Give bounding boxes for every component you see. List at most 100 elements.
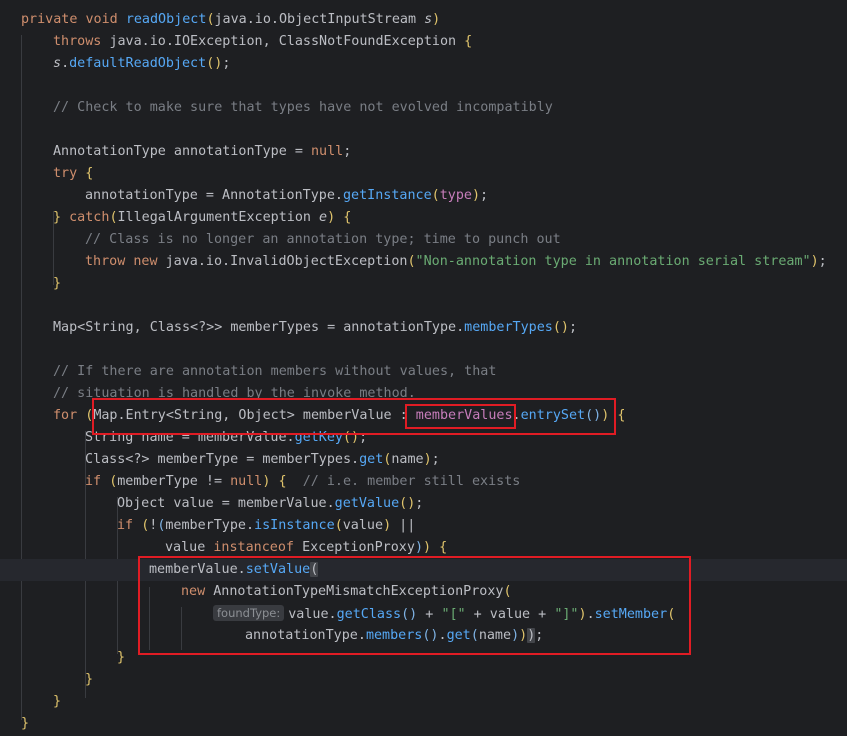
code-token: ;: [415, 496, 424, 511]
code-line[interactable]: Object value = memberValue.getValue();: [0, 493, 847, 515]
code-line-content: }: [53, 273, 61, 295]
code-line[interactable]: throws java.io.IOException, ClassNotFoun…: [0, 31, 847, 53]
code-line-content: try {: [53, 163, 93, 185]
code-token: Map<String, Class<?>> memberTypes = anno…: [53, 320, 465, 335]
code-token: e: [319, 210, 328, 225]
code-token: getInstance: [342, 188, 432, 203]
code-line[interactable]: }: [0, 691, 847, 713]
code-token: s: [424, 12, 433, 27]
code-token: (: [109, 210, 118, 225]
code-token: // If there are annotation members witho…: [53, 364, 497, 379]
code-token: }: [53, 276, 62, 291]
code-token: readObject: [125, 12, 207, 27]
code-token: }: [21, 716, 30, 731]
code-token: private void: [21, 12, 126, 27]
code-token: isInstance: [254, 518, 335, 533]
code-token: value: [165, 540, 214, 555]
code-line[interactable]: // If there are annotation members witho…: [0, 361, 847, 383]
code-editor[interactable]: private void readObject(java.io.ObjectIn…: [0, 0, 847, 736]
code-line[interactable]: }: [0, 669, 847, 691]
code-token: ;: [343, 144, 352, 159]
code-token: ): [383, 518, 392, 533]
code-line[interactable]: private void readObject(java.io.ObjectIn…: [0, 9, 847, 31]
code-line[interactable]: s.defaultReadObject();: [0, 53, 847, 75]
code-line-content: Class<?> memberType = memberTypes.get(na…: [85, 449, 440, 471]
code-token: IllegalArgumentException: [117, 210, 320, 225]
code-token: for: [53, 408, 86, 423]
code-line[interactable]: [0, 75, 847, 97]
code-line[interactable]: [0, 119, 847, 141]
code-line-content: if (memberType != null) { // i.e. member…: [85, 471, 520, 493]
code-token: (): [206, 56, 223, 71]
code-line[interactable]: annotationType = AnnotationType.getInsta…: [0, 185, 847, 207]
code-line-content: }: [117, 647, 125, 669]
code-line[interactable]: [0, 295, 847, 317]
code-line-content: annotationType = AnnotationType.getInsta…: [85, 185, 488, 207]
code-token: null: [230, 474, 263, 489]
code-token: name: [391, 452, 424, 467]
code-token: java.io.ObjectInputStream: [214, 12, 425, 27]
code-line-content: }: [53, 691, 61, 713]
code-line[interactable]: // Class is no longer an annotation type…: [0, 229, 847, 251]
code-token: (: [431, 188, 440, 203]
code-token: }: [53, 694, 62, 709]
code-token: value: [342, 518, 384, 533]
code-token: (: [334, 518, 343, 533]
code-token: memberType.: [165, 518, 255, 533]
code-token: throws: [53, 34, 110, 49]
code-line-content: throw new java.io.InvalidObjectException…: [85, 251, 827, 273]
code-token: }: [53, 210, 70, 225]
code-line-content: // Class is no longer an annotation type…: [85, 229, 561, 251]
code-line[interactable]: if (memberType != null) { // i.e. member…: [0, 471, 847, 493]
code-line[interactable]: AnnotationType annotationType = null;: [0, 141, 847, 163]
code-line-content: throws java.io.IOException, ClassNotFoun…: [53, 31, 472, 53]
code-token: // i.e. member still exists: [302, 474, 521, 489]
code-line[interactable]: try {: [0, 163, 847, 185]
code-line[interactable]: } catch(IllegalArgumentException e) {: [0, 207, 847, 229]
code-token: }: [85, 672, 94, 687]
code-token: // Class is no longer an annotation type…: [85, 232, 561, 247]
annotation-box-for-loop: [92, 398, 616, 435]
code-token: memberTypes: [464, 320, 553, 335]
code-line[interactable]: // Check to make sure that types have no…: [0, 97, 847, 119]
code-token: s: [53, 56, 62, 71]
code-token: ): [810, 254, 819, 269]
code-token: instanceof: [213, 540, 303, 555]
code-token: type: [439, 188, 472, 203]
code-line-content: // If there are annotation members witho…: [53, 361, 496, 383]
code-token: ): [471, 188, 481, 203]
code-token: ;: [222, 56, 231, 71]
code-line-content: Object value = memberValue.getValue();: [117, 493, 423, 515]
code-token: ExceptionProxy: [302, 540, 415, 555]
code-line-content: AnnotationType annotationType = null;: [53, 141, 351, 163]
code-token: if: [85, 474, 110, 489]
code-token: Object value = memberValue.: [117, 496, 335, 511]
code-token: ): [432, 12, 441, 27]
code-line[interactable]: if (!(memberType.isInstance(value) ||: [0, 515, 847, 537]
code-line[interactable]: }: [0, 713, 847, 735]
code-token: ;: [431, 452, 440, 467]
code-token: defaultReadObject: [69, 56, 207, 71]
code-token: (: [407, 254, 416, 269]
code-line-content: } catch(IllegalArgumentException e) {: [53, 207, 351, 229]
code-token: ): [414, 540, 423, 555]
code-line[interactable]: Class<?> memberType = memberTypes.get(na…: [0, 449, 847, 471]
code-line[interactable]: [0, 339, 847, 361]
code-token: .: [61, 56, 70, 71]
code-line[interactable]: Map<String, Class<?>> memberTypes = anno…: [0, 317, 847, 339]
code-line[interactable]: throw new java.io.InvalidObjectException…: [0, 251, 847, 273]
code-token: (): [552, 320, 569, 335]
code-token: java.io.InvalidObjectException: [165, 254, 408, 269]
code-token: (): [399, 496, 416, 511]
code-token: // Check to make sure that types have no…: [53, 100, 553, 115]
code-token: catch: [69, 210, 110, 225]
code-line[interactable]: }: [0, 273, 847, 295]
code-token: (: [206, 12, 215, 27]
code-line-content: }: [85, 669, 93, 691]
code-line-content: if (!(memberType.isInstance(value) ||: [117, 515, 415, 537]
code-token: ;: [818, 254, 827, 269]
code-token: get: [359, 452, 384, 467]
code-token: try: [53, 166, 86, 181]
code-token: memberType !=: [117, 474, 231, 489]
code-token: ||: [391, 518, 416, 533]
